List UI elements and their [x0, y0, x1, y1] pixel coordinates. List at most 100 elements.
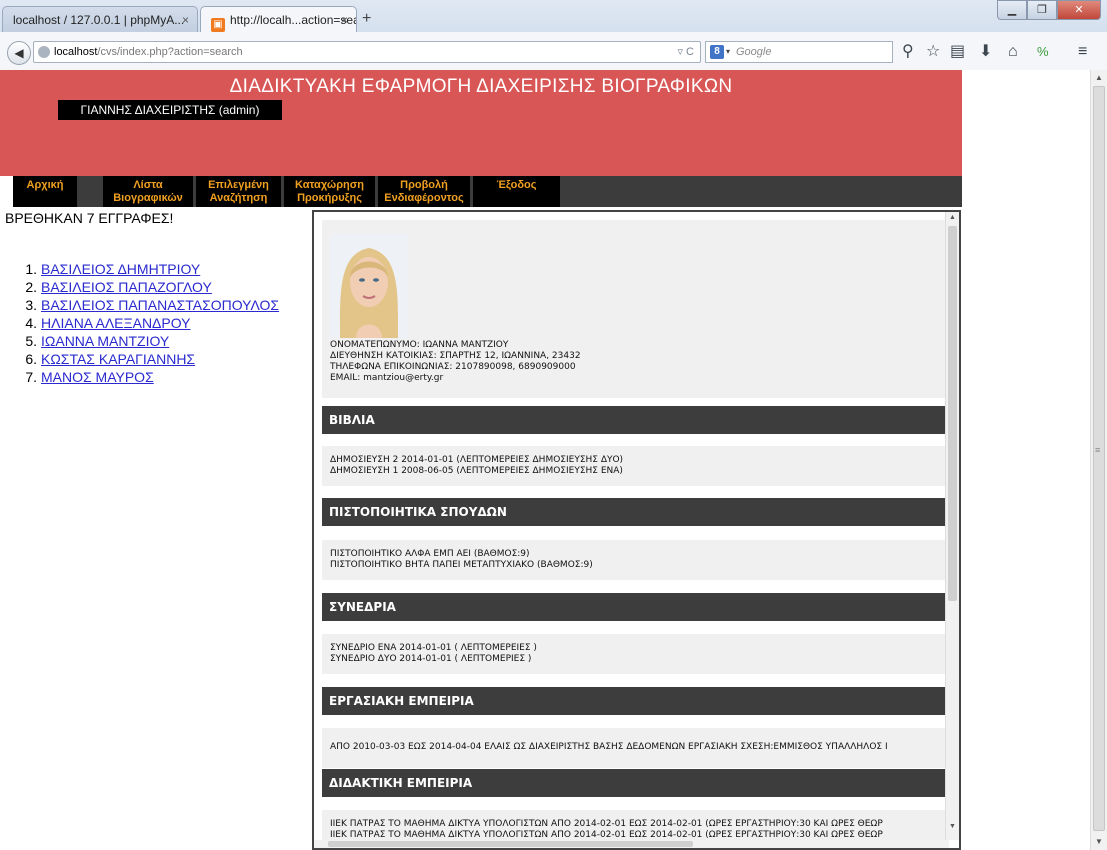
site-header: ΔΙΑΔΙΚΤΥΑΚΗ ΕΦΑΡΜΟΓΗ ΔΙΑΧΕΙΡΙΣΗΣ ΒΙΟΓΡΑΦ… — [0, 70, 962, 176]
menu-item-view-interest[interactable]: Προβολή Ενδιαφέροντος — [378, 176, 470, 207]
menu-label: Επιλεγμένη — [208, 179, 269, 191]
section-heading-certificates: ΠΙΣΤΟΠΟΙΗΤΙΚΑ ΣΠΟΥΔΩΝ — [322, 498, 949, 526]
list-item: ΠΙΣΤΟΠΟΙΗΤΙΚΟ ΑΛΦΑ ΕΜΠ ΑΕΙ (ΒΑΘΜΟΣ:9) — [330, 549, 530, 559]
close-tab-icon[interactable]: × — [182, 7, 189, 32]
menu-label-line2: Βιογραφικών — [113, 192, 183, 204]
addon-icon[interactable]: % — [1037, 43, 1049, 61]
close-tab-icon[interactable]: × — [341, 7, 348, 32]
cv-name: ΟΝΟΜΑΤΕΠΩΝΥΜΟ: ΙΩΑΝΝΑ ΜΑΝΤΖΙΟΥ — [330, 340, 509, 350]
result-link[interactable]: ΒΑΣΙΛΕΙΟΣ ΔΗΜΗΤΡΙΟΥ — [41, 261, 200, 277]
back-button[interactable]: ◀ — [7, 41, 31, 65]
section-conferences: ΣΥΝΕΔΡΙΟ ΕΝΑ 2014-01-01 ( ΛΕΠΤΟΜΕΡΕΙΕΣ )… — [322, 634, 949, 674]
scroll-up-icon[interactable]: ▲ — [946, 214, 959, 221]
result-link[interactable]: ΚΩΣΤΑΣ ΚΑΡΑΓΙΑΝΝΗΣ — [41, 351, 195, 367]
cv-address: ΔΙΕΥΘΗΝΣΗ ΚΑΤΟΙΚΙΑΣ: ΣΠΑΡΤΗΣ 12, ΙΩΑΝΝΙΝ… — [330, 351, 581, 361]
page-vertical-scrollbar[interactable]: ▲ ≡ ▼ — [1090, 70, 1107, 850]
menu-label-line2: Ενδιαφέροντος — [384, 192, 464, 204]
cv-horizontal-scrollbar[interactable] — [314, 840, 949, 848]
scrollbar-thumb[interactable] — [1093, 86, 1105, 831]
list-item: 5. ΙΩΑΝΝΑ ΜΑΝΤΖΙΟΥ — [13, 332, 279, 350]
list-item: ΙΙΕΚ ΠΑΤΡΑΣ ΤΟ ΜΑΘΗΜΑ ΔΙΚΤΥΑ ΥΠΟΛΟΓΙΣΤΩΝ… — [330, 819, 883, 829]
cv-vertical-scrollbar[interactable]: ▲ ▼ — [945, 212, 959, 840]
home-icon[interactable]: ⌂ — [1008, 43, 1018, 61]
search-input[interactable]: 8 ▾ Google — [705, 41, 893, 63]
menu-label: Λίστα — [133, 179, 163, 191]
scroll-down-icon[interactable]: ▼ — [1091, 834, 1107, 850]
menu-label-line2: Αναζήτηση — [209, 192, 268, 204]
list-item: ΠΙΣΤΟΠΟΙΗΤΙΚΟ ΒΗΤΑ ΠΑΠΕΙ ΜΕΤΑΠΤΥΧΙΑΚΟ (Β… — [330, 560, 593, 570]
scroll-up-icon[interactable]: ▲ — [1091, 70, 1107, 86]
personal-info-block: ΟΝΟΜΑΤΕΠΩΝΥΜΟ: ΙΩΑΝΝΑ ΜΑΝΤΖΙΟΥ ΔΙΕΥΘΗΝΣΗ… — [322, 220, 949, 398]
cv-preview-frame[interactable]: ΟΝΟΜΑΤΕΠΩΝΥΜΟ: ΙΩΑΝΝΑ ΜΑΝΤΖΙΟΥ ΔΙΕΥΘΗΝΣΗ… — [312, 210, 961, 850]
address-bar[interactable]: localhost/cvs/index.php?action=search ▿ … — [33, 41, 701, 63]
cv-phones: ΤΗΛΕΦΩΝΑ ΕΠΙΚΟΙΝΩΝΙΑΣ: 2107890098, 68909… — [330, 362, 576, 372]
menu-label: Αρχική — [26, 179, 64, 191]
page-content: ΔΙΑΔΙΚΤΥΑΚΗ ΕΦΑΡΜΟΓΗ ΔΙΑΧΕΙΡΙΣΗΣ ΒΙΟΓΡΑΦ… — [0, 70, 1090, 850]
section-heading-books: ΒΙΒΛΙΑ — [322, 406, 949, 434]
tab-label: http://localh...action=search — [230, 13, 356, 27]
menu-item-add-announcement[interactable]: Καταχώρηση Προκήρυξης — [284, 176, 375, 207]
tab-search[interactable]: ▣ http://localh...action=search × — [200, 6, 357, 32]
tab-phpmyadmin[interactable]: localhost / 127.0.0.1 | phpMyA... × — [2, 6, 198, 32]
list-item: ΔΗΜΟΣΙΕΥΣΗ 1 2008-06-05 (ΛΕΠΤΟΜΕΡΕΙΕΣ ΔΗ… — [330, 466, 623, 476]
menu-label: Καταχώρηση — [295, 179, 364, 191]
personal-details: ΟΝΟΜΑΤΕΠΩΝΥΜΟ: ΙΩΑΝΝΑ ΜΑΝΤΖΙΟΥ ΔΙΕΥΘΗΝΣΗ… — [330, 340, 581, 384]
result-link[interactable]: ΜΑΝΟΣ ΜΑΥΡΟΣ — [41, 369, 154, 385]
result-link[interactable]: ΗΛΙΑΝΑ ΑΛΕΞΑΝΔΡΟΥ — [41, 315, 191, 331]
reload-icon[interactable]: ▿ C — [677, 42, 694, 62]
scrollbar-thumb[interactable] — [328, 841, 693, 847]
list-number: 4. — [25, 315, 37, 331]
result-link[interactable]: ΒΑΣΙΛΕΙΟΣ ΠΑΠΑΖΟΓΛΟΥ — [41, 279, 212, 295]
scroll-down-icon[interactable]: ▼ — [946, 823, 959, 830]
list-item: ΣΥΝΕΔΡΙΟ ΕΝΑ 2014-01-01 ( ΛΕΠΤΟΜΕΡΕΙΕΣ ) — [330, 643, 537, 653]
section-work-experience: ΑΠΟ 2010-03-03 ΕΩΣ 2014-04-04 ΕΛΑΙΣ ΩΣ Δ… — [322, 728, 949, 768]
results-count-text: ΒΡΕΘΗΚΑΝ 7 ΕΓΓΡΑΦΕΣ! — [5, 210, 174, 226]
download-icon[interactable]: ⬇ — [979, 43, 992, 61]
list-item: ΙΙΕΚ ΠΑΤΡΑΣ ΤΟ ΜΑΘΗΜΑ ΔΙΚΤΥΑ ΥΠΟΛΟΓΙΣΤΩΝ… — [330, 830, 883, 840]
section-heading-conferences: ΣΥΝΕΔΡΙΑ — [322, 593, 949, 621]
scrollbar-thumb[interactable] — [948, 226, 957, 601]
section-books: ΔΗΜΟΣΙΕΥΣΗ 2 2014-01-01 (ΛΕΠΤΟΜΕΡΕΙΕΣ ΔΗ… — [322, 446, 949, 486]
cv-content: ΟΝΟΜΑΤΕΠΩΝΥΜΟ: ΙΩΑΝΝΑ ΜΑΝΤΖΙΟΥ ΔΙΕΥΘΗΝΣΗ… — [322, 220, 949, 840]
menu-item-home[interactable]: Αρχική — [13, 176, 77, 207]
results-list: 1. ΒΑΣΙΛΕΙΟΣ ΔΗΜΗΤΡΙΟΥ 2. ΒΑΣΙΛΕΙΟΣ ΠΑΠΑΖΟ… — [13, 260, 279, 386]
maximize-button[interactable]: ❐ — [1027, 0, 1057, 20]
result-link[interactable]: ΒΑΣΙΛΕΙΟΣ ΠΑΠΑΝΑΣΤΑΣΟΠΟΥΛΟΣ — [41, 297, 279, 313]
section-teaching-experience: ΙΙΕΚ ΠΑΤΡΑΣ ΤΟ ΜΑΘΗΜΑ ΔΙΚΤΥΑ ΥΠΟΛΟΓΙΣΤΩΝ… — [322, 810, 949, 840]
menu-item-logout[interactable]: Έξοδος — [473, 176, 560, 207]
main-menu: Αρχική Λίστα Βιογραφικών Επιλεγμένη Αναζήτ… — [13, 176, 962, 207]
menu-item-cv-list[interactable]: Λίστα Βιογραφικών — [103, 176, 193, 207]
list-number: 3. — [25, 297, 37, 313]
tab-label: localhost / 127.0.0.1 | phpMyA... — [13, 13, 185, 27]
list-item: ΣΥΝΕΔΡΙΟ ΔΥΟ 2014-01-01 ( ΛΕΠΤΟΜΕΡΙΕΣ ) — [330, 654, 532, 664]
scrollbar-grip-icon: ≡ — [1095, 445, 1101, 455]
section-heading-teaching-experience: ΔΙΔΑΚΤΙΚΗ ΕΜΠΕΙΡΙΑ — [322, 769, 949, 797]
cv-email: EMAIL: mantziou@erty.gr — [330, 373, 444, 383]
bookmarks-list-icon[interactable]: ▤ — [950, 43, 965, 61]
list-item: 1. ΒΑΣΙΛΕΙΟΣ ΔΗΜΗΤΡΙΟΥ — [13, 260, 279, 278]
result-link[interactable]: ΙΩΑΝΝΑ ΜΑΝΤΖΙΟΥ — [41, 333, 169, 349]
menu-icon[interactable]: ≡ — [1078, 43, 1087, 61]
list-item: ΑΠΟ 2010-03-03 ΕΩΣ 2014-04-04 ΕΛΑΙΣ ΩΣ Δ… — [330, 742, 888, 752]
user-box: ΓΙΑΝΝΗΣ ΔΙΑΧΕΙΡΙΣΤΗΣ (admin) — [58, 100, 282, 120]
list-item: ΔΗΜΟΣΙΕΥΣΗ 2 2014-01-01 (ΛΕΠΤΟΜΕΡΕΙΕΣ ΔΗ… — [330, 455, 624, 465]
browser-chrome: localhost / 127.0.0.1 | phpMyA... × ▣ htt… — [0, 0, 1107, 71]
menu-label: Έξοδος — [496, 179, 537, 191]
search-go-icon[interactable]: ⚲ — [902, 43, 914, 61]
navigation-bar: ◀ localhost/cvs/index.php?action=search … — [0, 32, 1107, 71]
menu-item-advanced-search[interactable]: Επιλεγμένη Αναζήτηση — [196, 176, 281, 207]
minimize-button[interactable]: ▁ — [997, 0, 1027, 20]
list-item: 4. ΗΛΙΑΝΑ ΑΛΕΞΑΝΔΡΟΥ — [13, 314, 279, 332]
bookmark-star-icon[interactable]: ☆ — [926, 43, 940, 61]
google-search-icon: 8 — [710, 45, 724, 59]
close-window-button[interactable]: ✕ — [1057, 0, 1101, 20]
menu-label: Προβολή — [400, 179, 448, 191]
site-favicon-icon: ▣ — [211, 18, 225, 32]
profile-photo — [330, 234, 408, 338]
search-placeholder: Google — [736, 46, 772, 58]
new-tab-button[interactable]: + — [362, 10, 371, 28]
site-title: ΔΙΑΔΙΚΤΥΑΚΗ ΕΦΑΡΜΟΓΗ ΔΙΑΧΕΙΡΙΣΗΣ ΒΙΟΓΡΑΦ… — [229, 76, 733, 97]
chevron-down-icon[interactable]: ▾ — [726, 42, 730, 62]
list-number: 6. — [25, 351, 37, 367]
tab-bar: localhost / 127.0.0.1 | phpMyA... × ▣ htt… — [0, 0, 1107, 32]
